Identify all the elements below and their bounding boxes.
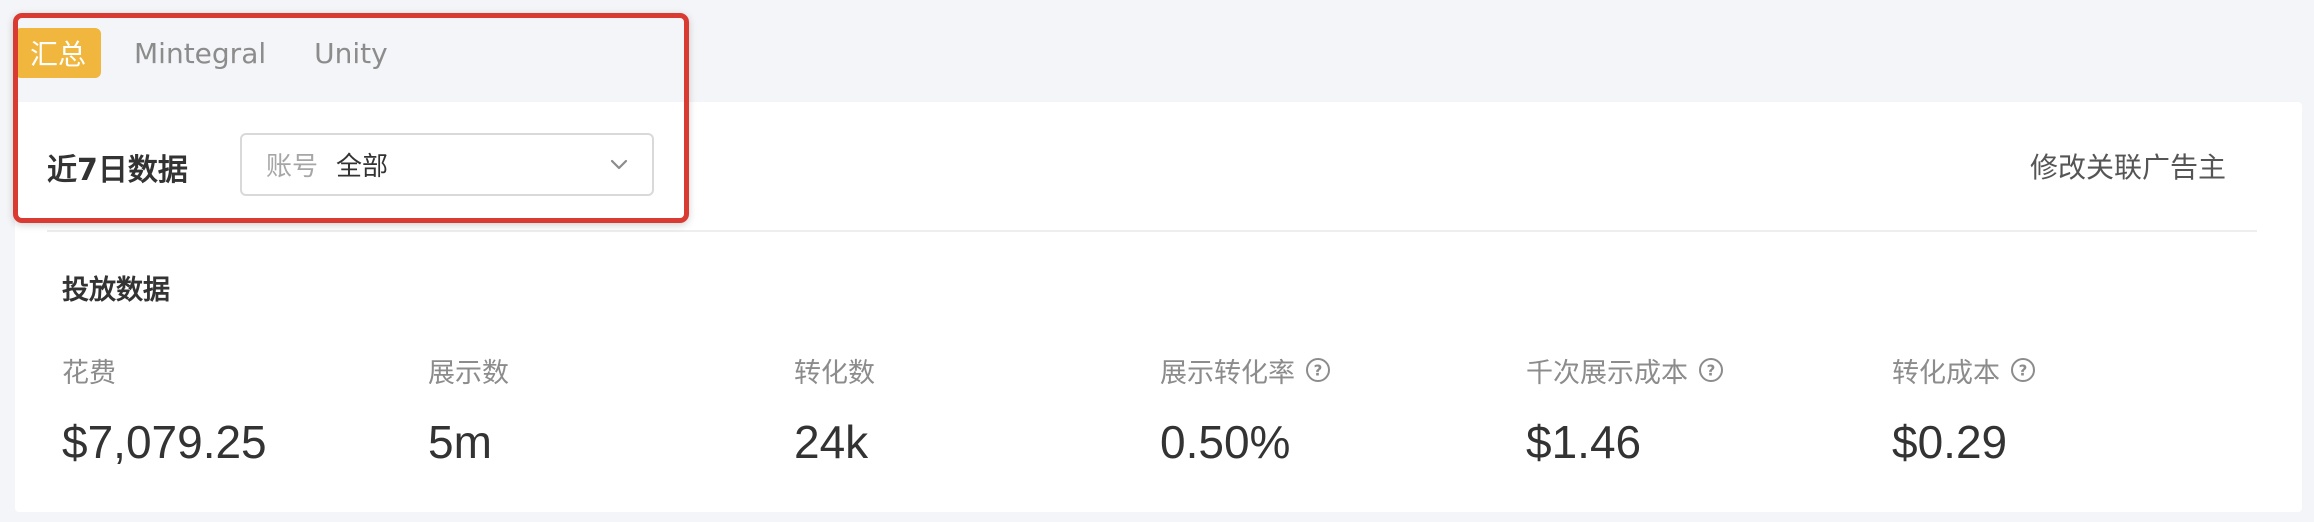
tab-summary[interactable]: 汇总 bbox=[15, 28, 102, 78]
account-select-label: 账号 bbox=[266, 152, 319, 182]
metric-impression-conversion-rate: 展示转化率 ? 0.50% bbox=[1160, 350, 1331, 469]
chevron-down-icon bbox=[610, 159, 628, 170]
tab-bar: 汇总 Mintegral Unity bbox=[15, 28, 436, 78]
metric-label: 转化成本 ? bbox=[1892, 350, 2036, 390]
divider bbox=[47, 230, 2257, 232]
page-title: 近7日数据 bbox=[47, 153, 188, 188]
help-icon[interactable]: ? bbox=[1698, 357, 1724, 383]
account-select[interactable]: 账号 全部 bbox=[240, 133, 654, 196]
metric-label: 展示转化率 ? bbox=[1160, 350, 1331, 390]
tab-mintegral[interactable]: Mintegral bbox=[134, 28, 266, 78]
metric-cost-per-conversion: 转化成本 ? $0.29 bbox=[1892, 350, 2036, 469]
metric-value: 24k bbox=[794, 416, 869, 468]
metric-label: 千次展示成本 ? bbox=[1526, 350, 1724, 390]
metric-spend: 花费 $7,079.25 bbox=[62, 350, 267, 469]
metric-value: $0.29 bbox=[1892, 416, 2008, 468]
metric-value: 0.50% bbox=[1160, 416, 1291, 468]
metric-value: 5m bbox=[428, 416, 492, 468]
metric-label: 转化数 bbox=[794, 357, 875, 389]
metric-label: 展示数 bbox=[428, 357, 509, 389]
modify-linked-advertiser-link[interactable]: 修改关联广告主 bbox=[2030, 146, 2226, 186]
metric-impressions: 展示数 5m bbox=[428, 350, 509, 469]
metric-value: $1.46 bbox=[1526, 416, 1642, 468]
help-icon[interactable]: ? bbox=[1305, 357, 1331, 383]
section-title: 投放数据 bbox=[62, 275, 170, 306]
svg-text:?: ? bbox=[1314, 362, 1323, 380]
metric-cpm: 千次展示成本 ? $1.46 bbox=[1526, 350, 1724, 469]
svg-text:?: ? bbox=[1707, 362, 1716, 380]
help-icon[interactable]: ? bbox=[2010, 357, 2036, 383]
account-select-value: 全部 bbox=[336, 152, 389, 182]
metric-value: $7,079.25 bbox=[62, 416, 267, 468]
tab-unity[interactable]: Unity bbox=[314, 28, 388, 78]
metric-conversions: 转化数 24k bbox=[794, 350, 875, 469]
svg-text:?: ? bbox=[2019, 362, 2028, 380]
metric-label: 花费 bbox=[62, 357, 116, 389]
